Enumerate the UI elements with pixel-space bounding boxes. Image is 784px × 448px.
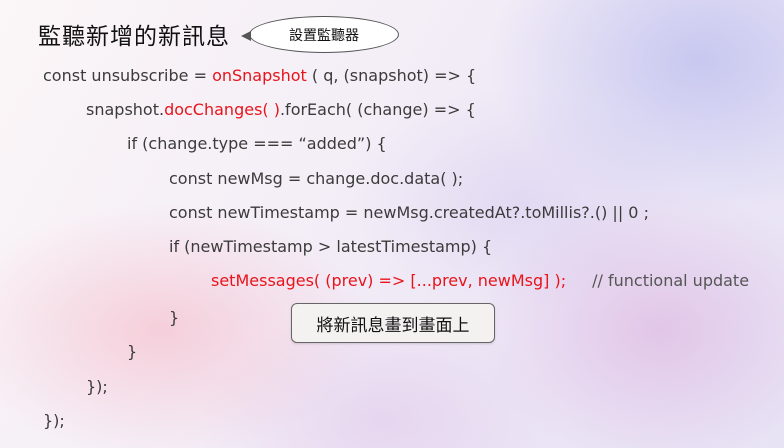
code-line-4: const newMsg = change.doc.data( ); <box>169 169 464 188</box>
render-message-label-box: 將新訊息畫到畫面上 <box>291 303 495 343</box>
code-text: const unsubscribe = <box>43 66 213 85</box>
callout-bubble-label: 設置監聽器 <box>289 27 359 44</box>
code-line-6: if (newTimestamp > latestTimestamp) { <box>169 237 493 256</box>
code-line-8: } <box>169 308 180 327</box>
code-line-7: setMessages( (prev) => [...prev, newMsg]… <box>211 271 749 291</box>
code-line-11: }); <box>43 411 65 430</box>
code-comment: // functional update <box>592 271 750 290</box>
code-highlight-setmessages: setMessages( (prev) => [...prev, newMsg]… <box>211 271 567 290</box>
code-line-1: const unsubscribe = onSnapshot ( q, (sna… <box>43 66 476 86</box>
code-highlight-docchanges: docChanges( ) <box>164 100 280 119</box>
render-message-label: 將新訊息畫到畫面上 <box>316 315 470 336</box>
code-line-10: }); <box>86 377 108 396</box>
code-text: .forEach( (change) => { <box>279 100 476 119</box>
code-line-2: snapshot.docChanges( ).forEach( (change)… <box>86 100 476 120</box>
code-highlight-onsnapshot: onSnapshot <box>212 66 307 85</box>
code-text: ( q, (snapshot) => { <box>306 66 477 85</box>
code-text: snapshot. <box>86 100 165 119</box>
code-line-9: } <box>127 342 138 361</box>
code-line-3: if (change.type === “added”) { <box>127 134 387 153</box>
slide-title: 監聽新增的新訊息 <box>38 24 230 50</box>
code-line-5: const newTimestamp = newMsg.createdAt?.t… <box>169 203 649 222</box>
callout-bubble-set-listener: 設置監聽器 <box>241 16 399 53</box>
